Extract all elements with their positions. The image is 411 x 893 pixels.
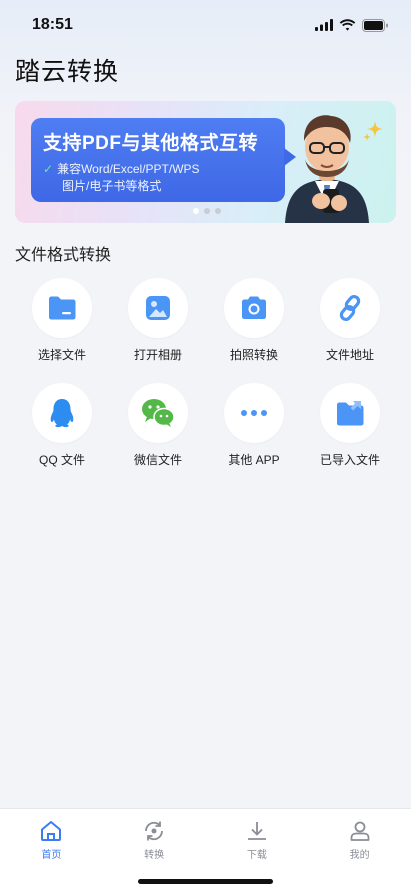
folder-icon [49, 296, 76, 320]
banner-speech-bubble: 支持PDF与其他格式互转 ✓ 兼容Word/Excel/PPT/WPS 图片/电子… [31, 118, 296, 202]
open-album-button[interactable]: 打开相册 [110, 278, 206, 363]
tab-label: 首页 [41, 850, 62, 861]
tab-profile[interactable]: 我的 [308, 809, 411, 893]
grid-item-label: 拍照转换 [229, 348, 278, 362]
app-screen: 18:51 踏云转换 支持PDF与其他格式互转 ✓ 兼容Word/Excel/P… [0, 0, 411, 893]
pagination-dot[interactable] [215, 208, 221, 214]
imported-folder-icon [337, 401, 364, 426]
download-icon [247, 822, 266, 840]
qq-icon [50, 399, 74, 428]
tab-label: 我的 [349, 850, 370, 861]
pagination-dot[interactable] [204, 208, 210, 214]
grid-item-label: QQ 文件 [38, 453, 85, 467]
photo-album-icon [146, 296, 170, 320]
status-time: 18:51 [32, 16, 73, 33]
more-dots-icon [241, 410, 267, 416]
check-icon: ✓ [43, 162, 54, 176]
icon-circle [320, 383, 380, 443]
icon-circle [224, 383, 284, 443]
grid-item-label: 文件地址 [325, 348, 374, 362]
promo-banner[interactable]: 支持PDF与其他格式互转 ✓ 兼容Word/Excel/PPT/WPS 图片/电子… [15, 101, 396, 223]
page-title: 踏云转换 [15, 58, 120, 86]
status-bar: 18:51 [0, 0, 411, 50]
icon-circle [320, 278, 380, 338]
grid-item-label: 其他 APP [228, 453, 280, 467]
icon-circle [32, 278, 92, 338]
camera-convert-button[interactable]: 拍照转换 [206, 278, 302, 363]
icon-circle [128, 383, 188, 443]
conversion-options-grid: 选择文件 打开相册 拍照转换 文件地址 QQ 文件 微信文件 其他 APP 已导… [14, 278, 398, 468]
tab-label: 转换 [144, 850, 165, 861]
tab-home[interactable]: 首页 [0, 809, 103, 893]
grid-item-label: 微信文件 [133, 453, 182, 467]
home-indicator [138, 879, 273, 884]
banner-subtitle-line1: 兼容Word/Excel/PPT/WPS [57, 162, 200, 176]
pagination-dot[interactable] [193, 208, 199, 214]
battery-icon [362, 18, 388, 32]
grid-item-label: 选择文件 [37, 348, 86, 362]
icon-circle [224, 278, 284, 338]
sparkle-icon [363, 121, 383, 141]
icon-circle [128, 278, 188, 338]
banner-pagination [193, 208, 221, 214]
cellular-signal-icon [315, 19, 333, 31]
other-app-button[interactable]: 其他 APP [206, 383, 302, 468]
user-icon [350, 821, 370, 841]
wechat-icon [142, 399, 175, 427]
imported-files-button[interactable]: 已导入文件 [302, 383, 398, 468]
banner-subtitle-line2: 图片/电子书等格式 [62, 179, 162, 193]
icon-circle [32, 383, 92, 443]
wechat-file-button[interactable]: 微信文件 [110, 383, 206, 468]
grid-item-label: 打开相册 [133, 348, 182, 362]
tab-label: 下载 [246, 850, 267, 861]
wifi-icon [339, 19, 356, 31]
banner-headline: 支持PDF与其他格式互转 [43, 133, 259, 154]
section-title: 文件格式转换 [15, 247, 112, 264]
link-icon [339, 294, 361, 322]
camera-icon [242, 296, 266, 319]
status-icons [315, 18, 389, 32]
select-file-button[interactable]: 选择文件 [14, 278, 110, 363]
file-url-button[interactable]: 文件地址 [302, 278, 398, 363]
convert-icon [145, 821, 164, 841]
qq-file-button[interactable]: QQ 文件 [14, 383, 110, 468]
grid-item-label: 已导入文件 [319, 453, 380, 467]
banner-subtitle: ✓ 兼容Word/Excel/PPT/WPS 图片/电子书等格式 [43, 161, 285, 195]
home-icon [41, 821, 62, 841]
